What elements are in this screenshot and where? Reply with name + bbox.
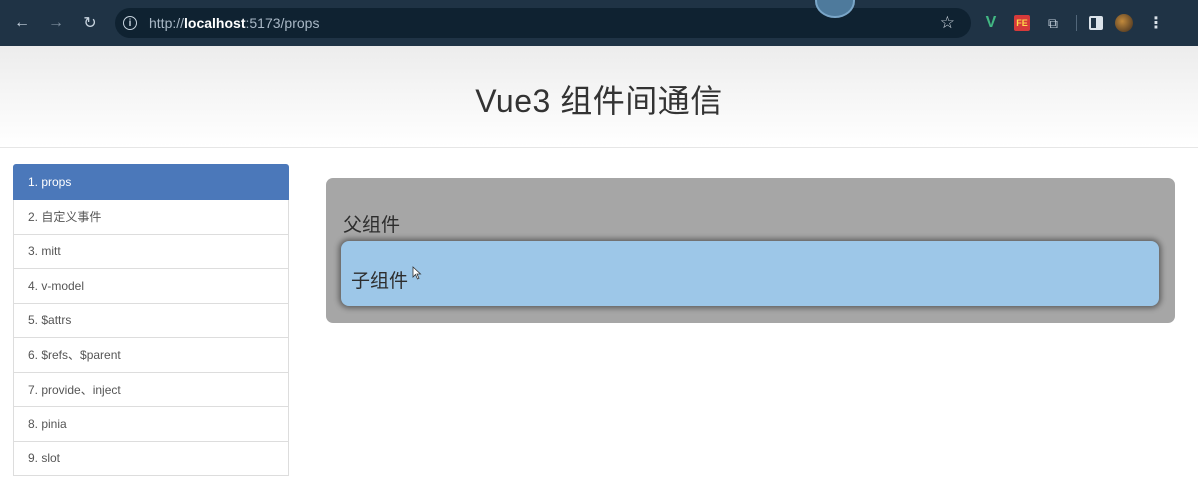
sidebar-item-attrs[interactable]: 5. $attrs: [13, 303, 289, 338]
sidebar-item-mitt[interactable]: 3. mitt: [13, 234, 289, 269]
back-arrow-icon[interactable]: ←: [10, 11, 34, 35]
page-title: Vue3 组件间通信: [475, 83, 723, 119]
forward-arrow-icon[interactable]: →: [44, 11, 68, 35]
reload-icon[interactable]: ↻: [78, 11, 102, 35]
sidebar-item-props[interactable]: 1. props: [13, 164, 289, 200]
extensions-area: V FE ⧉ ⋮: [980, 0, 1179, 46]
kebab-menu-icon[interactable]: ⋮: [1145, 12, 1167, 34]
sidebar-item-slot[interactable]: 9. slot: [13, 441, 289, 476]
browser-toolbar: ← → ↻ i http://localhost:5173/props ☆ V …: [0, 0, 1198, 46]
fe-helper-icon[interactable]: FE: [1014, 15, 1030, 31]
parent-component-box: 父组件 子组件: [326, 178, 1175, 323]
toolbar-divider: [1076, 15, 1077, 31]
sidebar-item-custom-events[interactable]: 2. 自定义事件: [13, 200, 289, 235]
url-text[interactable]: http://localhost:5173/props: [149, 15, 319, 31]
mouse-cursor-icon: [412, 266, 422, 280]
sidebar-item-refs-parent[interactable]: 6. $refs、$parent: [13, 338, 289, 373]
page-header: Vue3 组件间通信: [0, 46, 1198, 148]
site-info-icon[interactable]: i: [123, 16, 137, 30]
sidebar-item-v-model[interactable]: 4. v-model: [13, 269, 289, 304]
sidebar-nav: 1. props 2. 自定义事件 3. mitt 4. v-model 5. …: [13, 164, 289, 476]
child-component-box: 子组件: [341, 241, 1159, 306]
user-avatar-icon[interactable]: [1115, 14, 1133, 32]
parent-component-label: 父组件: [343, 215, 401, 236]
sidebar-item-pinia[interactable]: 8. pinia: [13, 407, 289, 442]
vue-devtools-icon[interactable]: V: [980, 12, 1002, 34]
extensions-puzzle-icon[interactable]: ⧉: [1042, 12, 1064, 34]
side-panel-icon[interactable]: [1089, 16, 1103, 30]
star-icon[interactable]: ☆: [940, 13, 955, 33]
sidebar-item-provide-inject[interactable]: 7. provide、inject: [13, 372, 289, 407]
child-component-label: 子组件: [351, 271, 409, 292]
